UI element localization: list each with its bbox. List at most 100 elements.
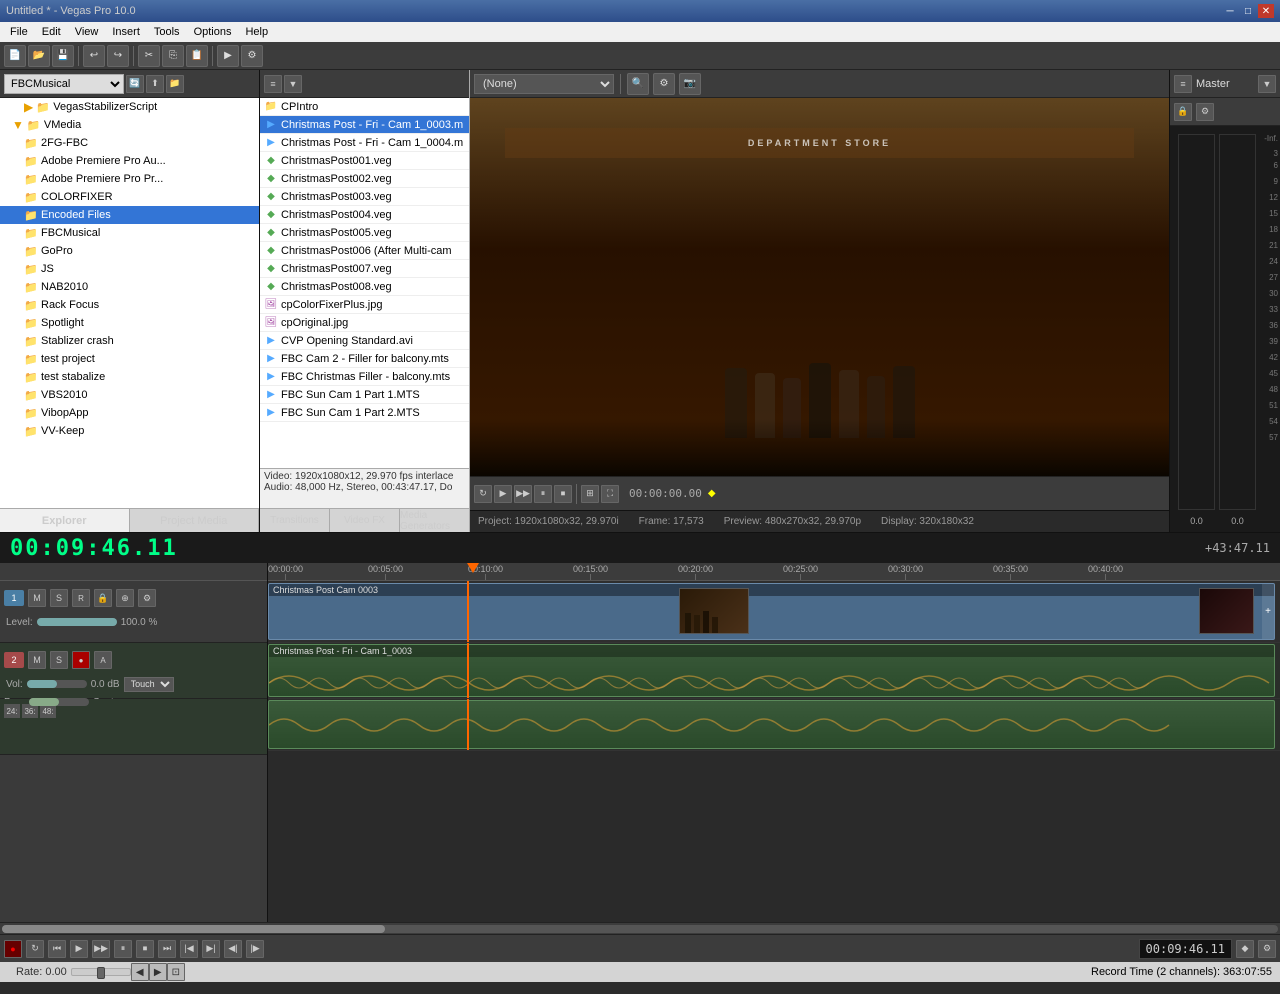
rate-reset-btn[interactable]: ⊡ [167, 963, 185, 981]
file-item-cpintro[interactable]: 📁 CPIntro [260, 98, 469, 116]
preview-grid-btn[interactable]: ⊞ [581, 485, 599, 503]
preview-play-btn[interactable]: ▶ [494, 485, 512, 503]
explorer-new-folder[interactable]: 📁 [166, 75, 184, 93]
tree-spotlight[interactable]: 📁 Spotlight [0, 314, 259, 332]
menu-view[interactable]: View [69, 24, 105, 40]
track-1-solo[interactable]: S [50, 589, 68, 607]
tab-video-fx[interactable]: Video FX [330, 509, 400, 532]
record-button[interactable]: ● [4, 940, 22, 958]
track-2-vol-slider[interactable] [27, 680, 87, 688]
timeline-scroll-thumb[interactable] [2, 925, 385, 933]
master-expand-btn[interactable]: ≡ [1174, 75, 1192, 93]
tab-media-gen[interactable]: Media Generators [400, 509, 469, 532]
tree-vv-keep[interactable]: 📁 VV-Keep [0, 422, 259, 440]
tab-project-media[interactable]: Project Media [130, 509, 260, 532]
transport-rewind[interactable]: ⏮ [48, 940, 66, 958]
preview-loop-btn[interactable]: ↻ [474, 485, 492, 503]
tree-rack-focus[interactable]: 📁 Rack Focus [0, 296, 259, 314]
paste-button[interactable]: 📋 [186, 45, 208, 67]
video-clip-1[interactable]: Christmas Post Cam 0003 [268, 583, 1275, 640]
timeline-scroll-track[interactable] [2, 925, 1278, 933]
tree-colorfixer[interactable]: 📁 COLORFIXER [0, 188, 259, 206]
preview-fullscreen-btn[interactable]: ⛶ [601, 485, 619, 503]
file-item-veg007[interactable]: ◆ ChristmasPost007.veg [260, 260, 469, 278]
transport-pause[interactable]: ⏸ [114, 940, 132, 958]
audio-clip-1[interactable]: Christmas Post - Fri - Cam 1_0003 [268, 644, 1275, 697]
preview-snapshot-btn[interactable]: 📷 [679, 73, 701, 95]
transport-next-marker[interactable]: ▶| [202, 940, 220, 958]
menu-edit[interactable]: Edit [36, 24, 67, 40]
master-options-btn[interactable]: ▼ [1258, 75, 1276, 93]
tree-vbs2010[interactable]: 📁 VBS2010 [0, 386, 259, 404]
preview-settings-btn[interactable]: ⚙ [653, 73, 675, 95]
undo-button[interactable]: ↩ [83, 45, 105, 67]
tree-adobe1[interactable]: 📁 Adobe Premiere Pro Au... [0, 152, 259, 170]
track-2-auto[interactable]: A [94, 651, 112, 669]
file-item-sun2[interactable]: ▶ FBC Sun Cam 1 Part 2.MTS [260, 404, 469, 422]
file-item-cvp[interactable]: ▶ CVP Opening Standard.avi [260, 332, 469, 350]
file-item-veg008[interactable]: ◆ ChristmasPost008.veg [260, 278, 469, 296]
tree-vibopapp[interactable]: 📁 VibopApp [0, 404, 259, 422]
file-item-veg006[interactable]: ◆ ChristmasPost006 (After Multi-cam [260, 242, 469, 260]
preview-stop-btn[interactable]: ⏹ [554, 485, 572, 503]
track-2-touch-select[interactable]: Touch [124, 677, 174, 692]
track-1-mute[interactable]: M [28, 589, 46, 607]
menu-options[interactable]: Options [188, 24, 238, 40]
rate-down-btn[interactable]: ◀ [131, 963, 149, 981]
tab-transitions[interactable]: Transitions [260, 509, 330, 532]
explorer-folder-dropdown[interactable]: FBCMusical [4, 74, 124, 94]
file-item-cporiginal[interactable]: 🖼 cpOriginal.jpg [260, 314, 469, 332]
file-item-cam4[interactable]: ▶ Christmas Post - Fri - Cam 1_0004.m [260, 134, 469, 152]
preview-dropdown[interactable]: (None) Preview (Auto) [474, 74, 614, 94]
file-item-veg004[interactable]: ◆ ChristmasPost004.veg [260, 206, 469, 224]
track-2-solo[interactable]: S [50, 651, 68, 669]
track-1-level-slider[interactable] [37, 618, 117, 626]
tree-js[interactable]: 📁 JS [0, 260, 259, 278]
track-1-lock[interactable]: 🔒 [94, 589, 112, 607]
open-button[interactable]: 📂 [28, 45, 50, 67]
maximize-button[interactable]: □ [1240, 4, 1256, 18]
file-item-veg005[interactable]: ◆ ChristmasPost005.veg [260, 224, 469, 242]
tab-explorer[interactable]: Explorer [0, 509, 130, 532]
transport-ff[interactable]: ⏭ [158, 940, 176, 958]
file-sort-btn[interactable]: ▼ [284, 75, 302, 93]
menu-tools[interactable]: Tools [148, 24, 186, 40]
file-item-fbc-cam2[interactable]: ▶ FBC Cam 2 - Filler for balcony.mts [260, 350, 469, 368]
minimize-button[interactable]: ─ [1222, 4, 1238, 18]
cut-button[interactable]: ✂ [138, 45, 160, 67]
timeline-ruler[interactable]: 00:00:00 00:05:00 00:10:00 00:15:00 00:2… [268, 563, 1280, 581]
transport-prev-marker[interactable]: |◀ [180, 940, 198, 958]
transport-next-frame[interactable]: |▶ [246, 940, 264, 958]
tree-nab2010[interactable]: 📁 NAB2010 [0, 278, 259, 296]
audio-clip-2[interactable] [268, 700, 1275, 749]
rate-slider[interactable] [71, 968, 131, 976]
file-item-veg002[interactable]: ◆ ChristmasPost002.veg [260, 170, 469, 188]
tree-test-project[interactable]: 📁 test project [0, 350, 259, 368]
file-item-veg001[interactable]: ◆ ChristmasPost001.veg [260, 152, 469, 170]
transport-settings[interactable]: ⚙ [1258, 940, 1276, 958]
file-item-cam3[interactable]: ▶ Christmas Post - Fri - Cam 1_0003.m [260, 116, 469, 134]
clip-resize-handle[interactable]: + [1262, 584, 1274, 639]
menu-help[interactable]: Help [239, 24, 274, 40]
timeline-scrollbar[interactable] [0, 922, 1280, 934]
save-button[interactable]: 💾 [52, 45, 74, 67]
transport-loop[interactable]: ↻ [26, 940, 44, 958]
explorer-up[interactable]: ⬆ [146, 75, 164, 93]
menu-file[interactable]: File [4, 24, 34, 40]
tree-vegastabilizer[interactable]: ▶ 📁 VegasStabilizerScript [0, 98, 259, 116]
tree-test-stabalize[interactable]: 📁 test stabalize [0, 368, 259, 386]
tree-fbcmusical[interactable]: 📁 FBCMusical [0, 224, 259, 242]
track-2-pan-slider[interactable] [29, 698, 89, 706]
preview-zoom-btn[interactable]: 🔍 [627, 73, 649, 95]
tree-vmedia[interactable]: ▼ 📁 VMedia [0, 116, 259, 134]
close-button[interactable]: ✕ [1258, 4, 1274, 18]
redo-button[interactable]: ↪ [107, 45, 129, 67]
tree-encoded-files[interactable]: 📁 Encoded Files [0, 206, 259, 224]
preview-play-fast-btn[interactable]: ▶▶ [514, 485, 532, 503]
transport-marker-btn[interactable]: ◆ [1236, 940, 1254, 958]
track-1-settings[interactable]: ⚙ [138, 589, 156, 607]
track-1-expand[interactable]: ⊕ [116, 589, 134, 607]
tree-gopro[interactable]: 📁 GoPro [0, 242, 259, 260]
tree-stablizer[interactable]: 📁 Stablizer crash [0, 332, 259, 350]
transport-play[interactable]: ▶ [70, 940, 88, 958]
